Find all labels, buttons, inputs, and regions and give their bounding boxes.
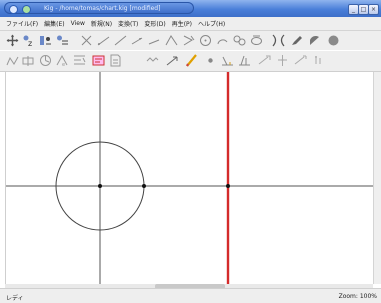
app-icon-2 xyxy=(22,5,31,14)
dot-icon[interactable] xyxy=(204,54,217,67)
drawing-canvas[interactable] xyxy=(5,72,374,284)
app-icon[interactable] xyxy=(9,5,18,14)
rotate-icon[interactable] xyxy=(166,54,179,67)
segment-icon[interactable] xyxy=(80,34,93,47)
angle-measure-icon[interactable] xyxy=(238,54,251,67)
point-icon[interactable]: z xyxy=(22,34,35,47)
document-icon[interactable] xyxy=(109,54,122,67)
locus-icon[interactable] xyxy=(233,34,246,47)
move-icon[interactable] xyxy=(6,34,19,47)
vertical-scrollbar[interactable] xyxy=(373,72,381,284)
cubic-icon[interactable] xyxy=(216,34,229,47)
status-bar: レディ Zoom: 100% xyxy=(0,288,381,303)
angle-icon[interactable] xyxy=(39,54,52,67)
transform-icon[interactable] xyxy=(146,54,159,67)
text-icon[interactable]: e xyxy=(56,54,69,67)
menu-new[interactable]: 新規(N) xyxy=(91,19,112,28)
window-title: Kig - /home/tomas/chart.kig [modified] xyxy=(44,5,161,12)
arc-icon[interactable] xyxy=(165,34,178,47)
toolbar-measure: e xyxy=(0,51,381,72)
line-intersection-point[interactable] xyxy=(226,184,230,188)
point-label-icon[interactable] xyxy=(56,34,69,47)
menu-view[interactable]: View xyxy=(71,20,85,27)
script-icon[interactable] xyxy=(92,54,105,67)
reflect-icon[interactable] xyxy=(276,54,289,67)
filled-circle-icon[interactable] xyxy=(327,34,340,47)
translate-icon[interactable] xyxy=(258,54,271,67)
title-bar[interactable]: Kig - /home/tomas/chart.kig [modified] _… xyxy=(0,0,381,17)
sector-icon[interactable] xyxy=(308,34,321,47)
midpoint-icon[interactable] xyxy=(22,54,35,67)
macro-icon[interactable] xyxy=(73,54,86,67)
pen-icon[interactable] xyxy=(185,54,198,67)
svg-text:z: z xyxy=(28,39,32,47)
status-text: レディ xyxy=(6,295,24,302)
conic-icon[interactable] xyxy=(182,34,195,47)
menu-convert[interactable]: 変換(T) xyxy=(118,19,138,28)
menu-edit[interactable]: 編集(E) xyxy=(44,19,64,28)
center-point[interactable] xyxy=(98,184,102,188)
toolbar-construct: z xyxy=(0,31,381,50)
circle-icon[interactable] xyxy=(148,34,161,47)
menu-help[interactable]: ヘルプ(H) xyxy=(198,19,225,28)
vector-icon[interactable] xyxy=(131,34,144,47)
menu-play[interactable]: 再生(P) xyxy=(172,19,192,28)
zoom-level: Zoom: 100% xyxy=(338,293,377,300)
measure-icon[interactable] xyxy=(6,54,19,67)
hyperbola-icon[interactable] xyxy=(272,34,285,47)
title-pill: Kig - /home/tomas/chart.kig [modified] xyxy=(4,2,194,14)
dilate-icon[interactable] xyxy=(312,54,325,67)
line-icon[interactable] xyxy=(114,34,127,47)
svg-text:e: e xyxy=(62,62,65,67)
close-button[interactable]: × xyxy=(368,4,379,15)
menu-file[interactable]: ファイル(F) xyxy=(6,19,38,28)
ellipse-icon[interactable] xyxy=(250,34,263,47)
point-options-icon[interactable] xyxy=(39,34,52,47)
menu-transform[interactable]: 変形(D) xyxy=(144,19,165,28)
scale-icon[interactable] xyxy=(294,54,307,67)
perpendicular-icon[interactable] xyxy=(221,54,234,67)
polygon-icon[interactable] xyxy=(199,34,212,47)
canvas-drawing xyxy=(6,72,374,284)
ray-icon[interactable] xyxy=(97,34,110,47)
pencil-icon[interactable] xyxy=(290,34,303,47)
circle-edge-point[interactable] xyxy=(142,184,146,188)
menu-bar: ファイル(F) 編集(E) View 新規(N) 変換(T) 変形(D) 再生(… xyxy=(0,17,381,31)
